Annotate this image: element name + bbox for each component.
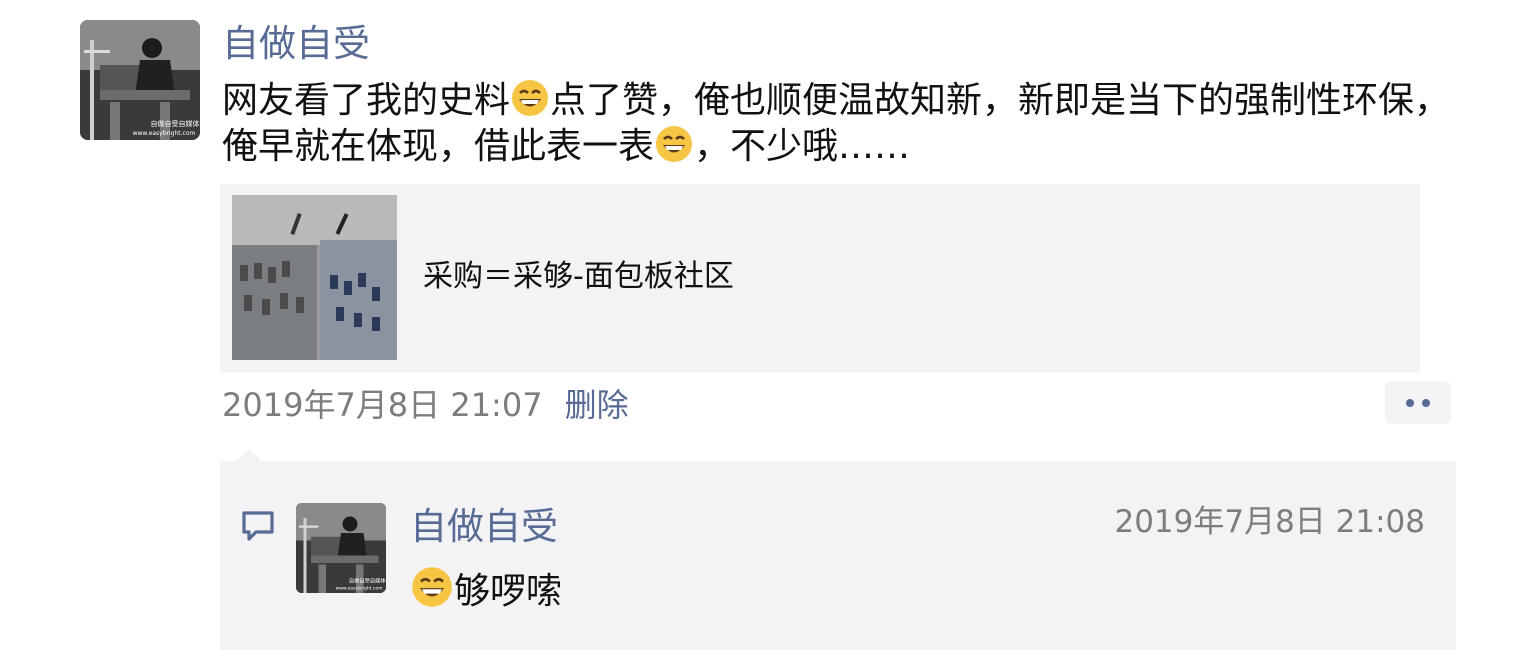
post-text-part-3: ，不少哦…… [694,126,911,167]
components-photo [232,195,397,360]
shared-link-card[interactable]: 采购＝采够-面包板社区 [220,184,1420,373]
post-text-part-1: 网友看了我的史料 [222,80,511,121]
grinning-face-icon [656,126,693,162]
more-dot-icon [1406,398,1414,407]
comment-bubble-icon [242,511,274,541]
comment-text-body: 够啰嗦 [454,571,563,612]
post-timestamp: 2019年7月8日 21:07 [222,386,543,424]
avatar-photo: 自做自受自媒体 www.easybright.com [80,20,200,140]
post-meta: 2019年7月8日 21:07 删除 [222,380,629,426]
more-dot-icon [1422,398,1430,407]
comment-timestamp: 2019年7月8日 21:08 [1114,504,1425,540]
more-actions-button[interactable] [1385,381,1451,424]
comment-section: 自做自受自媒体 www.easybright.com 自做自受 2019年7月8… [220,461,1456,650]
delete-button[interactable]: 删除 [565,380,629,426]
author-avatar[interactable]: 自做自受自媒体 www.easybright.com [80,20,200,140]
grinning-face-icon [412,567,452,607]
grinning-face-icon [512,80,549,116]
post-text: 网友看了我的史料 点了赞，俺也顺便温故知新，新即是当下的强制性环保，俺早就在体现… [222,78,1462,170]
commenter-avatar-photo: 自做自受自媒体 www.easybright.com [296,503,386,593]
comment-text: 够啰嗦 [410,565,562,618]
link-thumbnail [232,195,397,360]
commenter-avatar[interactable]: 自做自受自媒体 www.easybright.com [296,503,386,593]
commenter-avatar-url: www.easybright.com [335,585,382,591]
avatar-caption: 自做自受自媒体 [151,119,200,128]
post-author-name[interactable]: 自做自受 [222,18,370,70]
link-title: 采购＝采够-面包板社区 [423,259,734,294]
commenter-name[interactable]: 自做自受 [410,501,558,553]
avatar-url: www.easybright.com [133,130,196,137]
